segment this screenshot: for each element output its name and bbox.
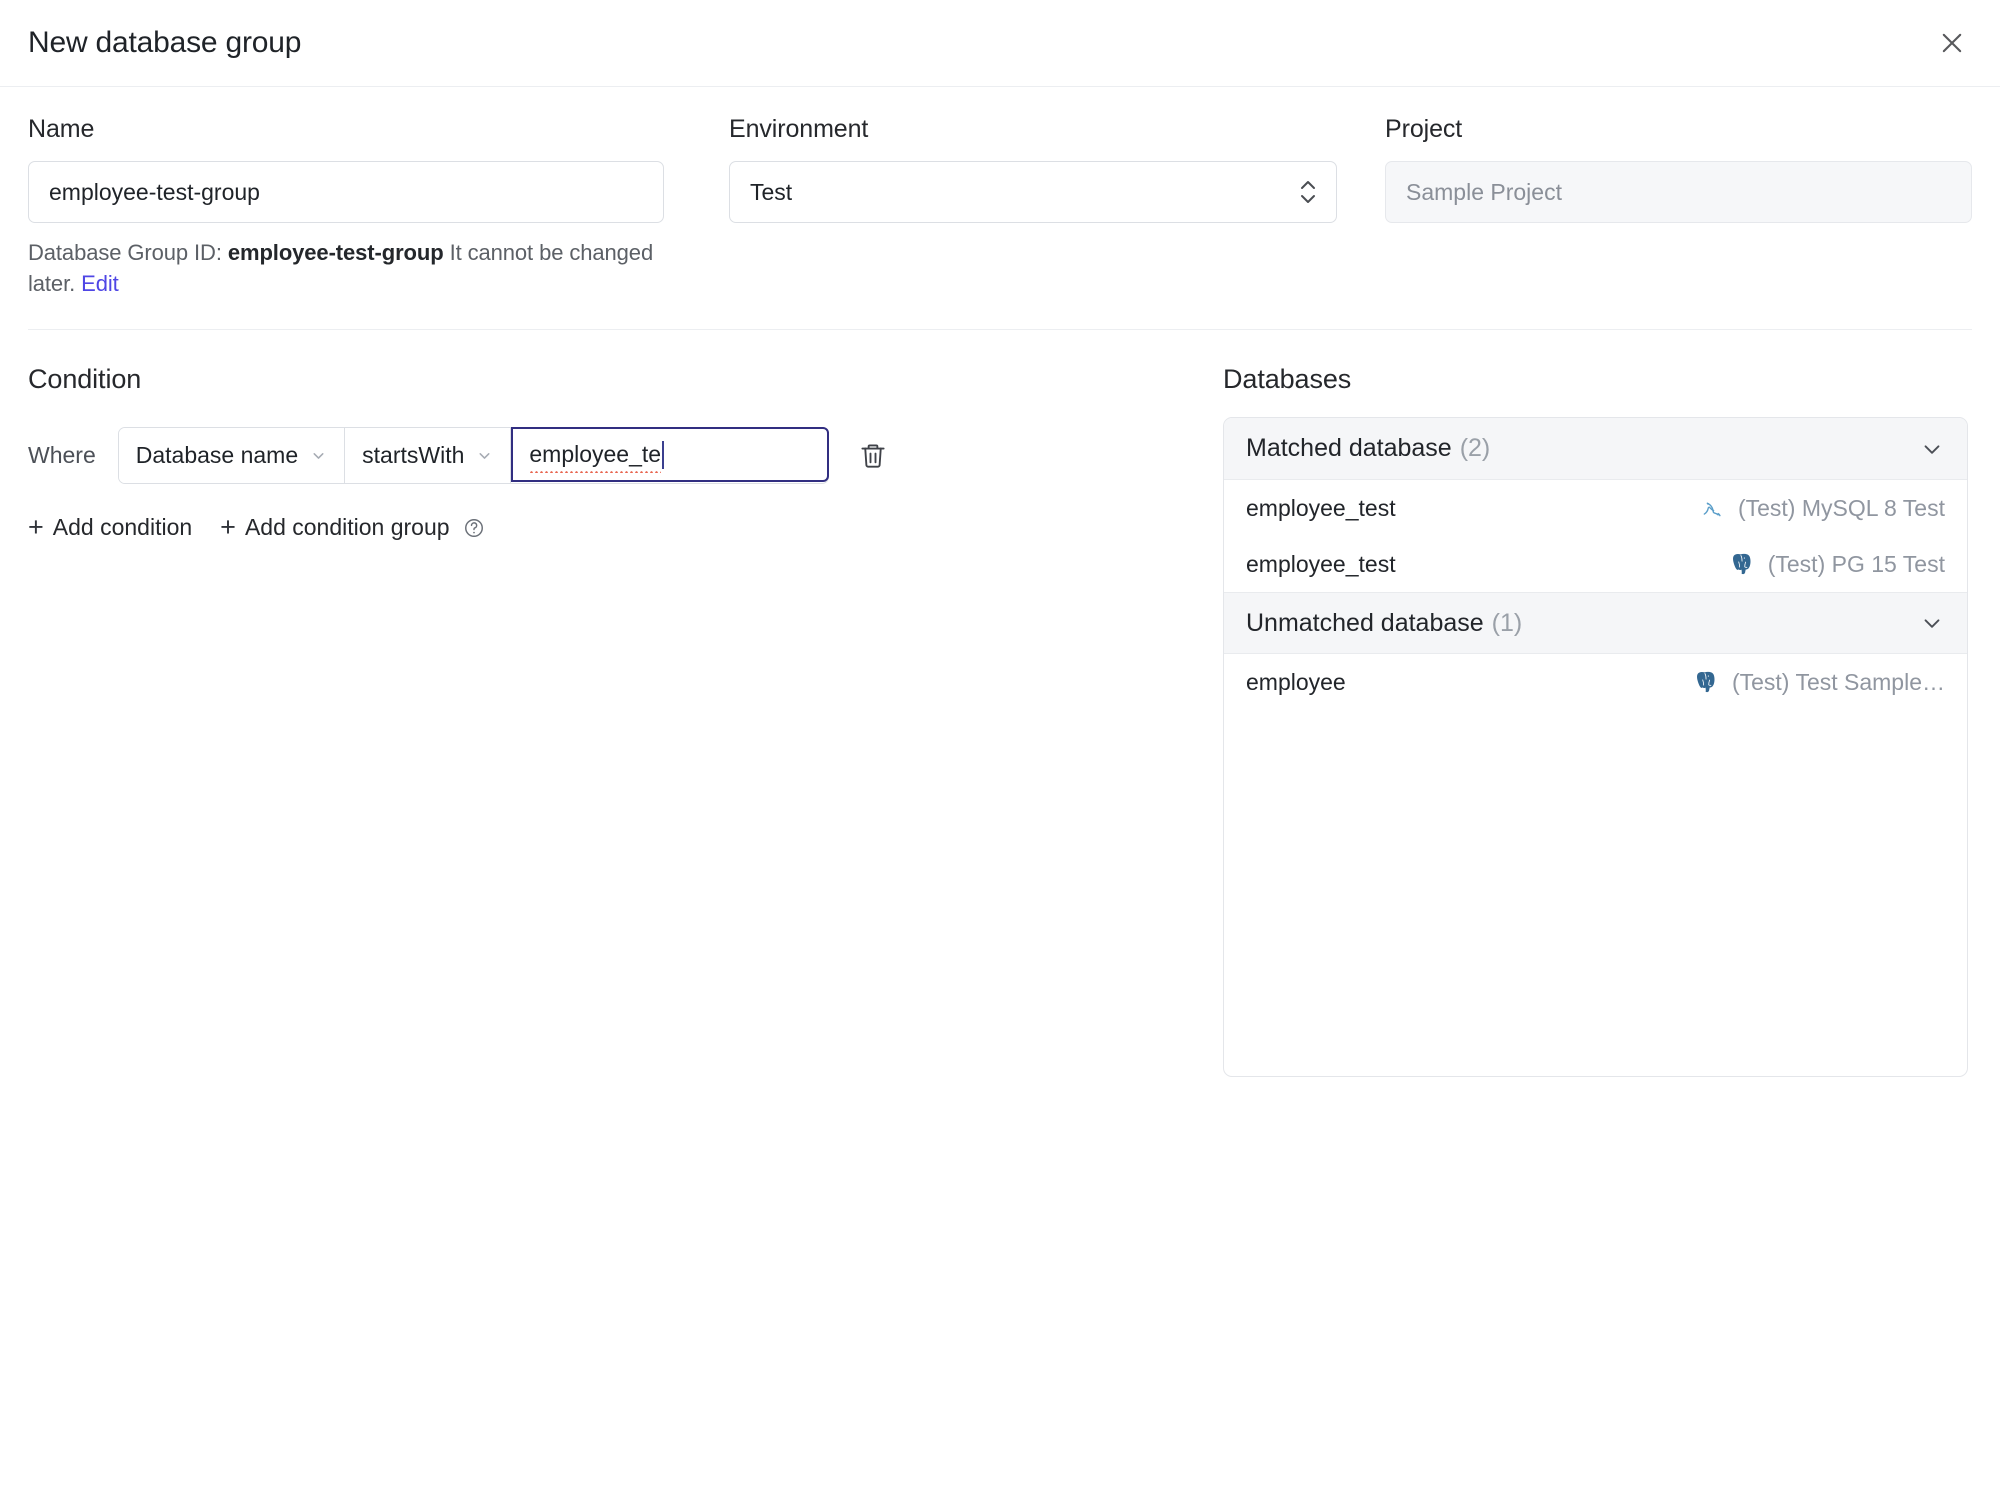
name-label: Name — [28, 115, 95, 143]
unmatched-database-group-title-wrap: Unmatched database (1) — [1246, 609, 1522, 638]
database-name: employee_test — [1246, 550, 1396, 577]
trash-icon[interactable] — [845, 427, 901, 484]
chevron-down-icon — [310, 447, 327, 464]
condition-value-wrap: employee_te — [511, 427, 830, 483]
environment-select[interactable]: Test — [729, 161, 1338, 223]
plus-icon: + — [220, 512, 236, 543]
environment-field-group: Environment Test — [729, 115, 1338, 299]
chevron-down-icon — [1919, 610, 1945, 636]
name-input[interactable] — [28, 161, 664, 223]
postgres-icon — [1692, 667, 1722, 697]
helper-id: employee-test-group — [227, 240, 444, 265]
chevron-down-icon — [476, 447, 493, 464]
environment-select-wrap: Test — [729, 161, 1338, 223]
add-actions: + Add condition + Add condition group — [28, 514, 1223, 541]
condition-operator-value: startsWith — [362, 442, 465, 469]
project-field-group: Project — [1385, 115, 1972, 299]
condition-controls: Database name startsWith employee_te — [117, 427, 830, 485]
dialog-header: New database group — [0, 0, 2000, 87]
database-instance: (Test) PG 15 Test — [1767, 550, 1945, 577]
unmatched-database-group-title: Unmatched database — [1246, 608, 1484, 637]
databases-section: Databases Matched database (2) employee_t… — [1223, 364, 1968, 1078]
project-label: Project — [1385, 115, 1463, 143]
page-title: New database group — [28, 26, 302, 59]
database-group-id-helper: Database Group ID: employee-test-group I… — [28, 237, 668, 299]
condition-section: Condition Where Database name startsWith — [28, 364, 1223, 1077]
condition-value-input[interactable]: employee_te — [511, 427, 830, 483]
database-instance-wrap: (Test) MySQL 8 Test — [1698, 493, 1945, 523]
add-condition-group-label: Add condition group — [244, 514, 450, 541]
environment-selected-value: Test — [750, 178, 793, 205]
close-icon[interactable] — [1932, 23, 1972, 63]
condition-row: Where Database name startsWith employee_… — [28, 427, 1223, 485]
list-item[interactable]: employee_test (Test) PG 15 Test — [1224, 536, 1967, 593]
chevron-down-icon — [1919, 436, 1945, 462]
postgres-icon — [1728, 549, 1758, 579]
add-condition-group-button[interactable]: + Add condition group — [220, 514, 484, 541]
helper-prefix: Database Group ID: — [28, 240, 222, 265]
add-condition-button[interactable]: + Add condition — [28, 514, 192, 541]
text-caret — [662, 440, 665, 469]
unmatched-database-group-count: (1) — [1491, 608, 1523, 637]
database-instance-wrap: (Test) PG 15 Test — [1728, 549, 1945, 579]
matched-database-group-title-wrap: Matched database (2) — [1246, 434, 1490, 463]
condition-field-value: Database name — [135, 442, 299, 469]
condition-value-text: employee_te — [529, 441, 662, 474]
database-instance: (Test) MySQL 8 Test — [1737, 494, 1945, 521]
where-label: Where — [28, 442, 96, 469]
matched-database-group-header[interactable]: Matched database (2) — [1224, 418, 1967, 481]
question-circle-icon[interactable] — [463, 517, 485, 539]
form-row: Name Database Group ID: employee-test-gr… — [0, 87, 2000, 299]
databases-panel: Matched database (2) employee_test (Test… — [1223, 417, 1968, 1078]
database-instance: (Test) Test Sample… — [1731, 668, 1945, 695]
new-database-group-dialog: New database group Name Database Group I… — [0, 0, 2000, 1500]
unmatched-database-group-header[interactable]: Unmatched database (1) — [1224, 592, 1967, 655]
environment-label: Environment — [729, 115, 869, 143]
condition-field-select[interactable]: Database name — [118, 428, 346, 484]
name-field-group: Name Database Group ID: employee-test-gr… — [28, 115, 664, 299]
project-input — [1385, 161, 1972, 223]
condition-operator-select[interactable]: startsWith — [345, 428, 512, 484]
mysql-icon — [1698, 493, 1728, 523]
list-item[interactable]: employee_test (Test) MySQL 8 Test — [1224, 480, 1967, 537]
matched-database-group-count: (2) — [1459, 434, 1491, 463]
condition-title: Condition — [28, 364, 142, 395]
matched-database-group-title: Matched database — [1246, 434, 1452, 463]
plus-icon: + — [28, 512, 44, 543]
database-name: employee_test — [1246, 494, 1396, 521]
lower-area: Condition Where Database name startsWith — [0, 330, 2000, 1078]
database-name: employee — [1246, 668, 1346, 695]
list-item[interactable]: employee (Test) Test Sample… — [1224, 654, 1967, 711]
add-condition-label: Add condition — [52, 514, 193, 541]
edit-database-group-id-link[interactable]: Edit — [81, 271, 119, 296]
database-instance-wrap: (Test) Test Sample… — [1692, 667, 1945, 697]
databases-title: Databases — [1223, 364, 1352, 395]
